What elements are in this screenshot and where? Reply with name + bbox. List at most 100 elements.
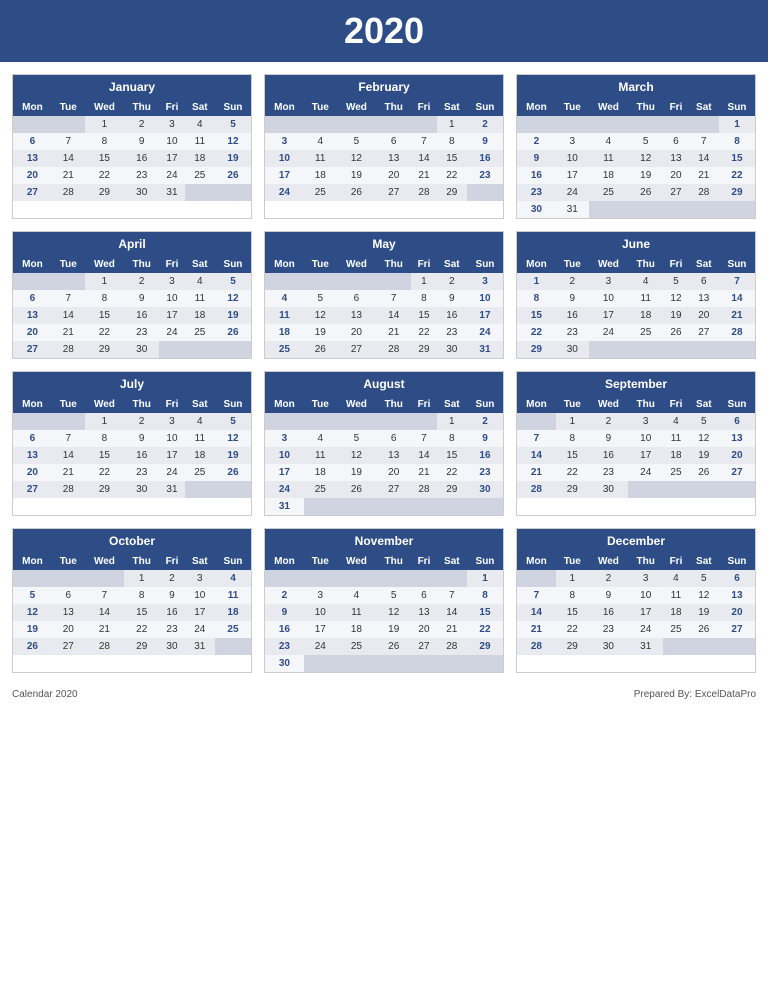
cal-cell: 4	[215, 570, 251, 587]
cal-table: MonTueWedThuFriSatSun1234567891011121314…	[265, 99, 503, 201]
cal-cell: 30	[589, 481, 629, 498]
cal-cell: 20	[376, 464, 411, 481]
day-header-sat: Sat	[185, 99, 215, 116]
cal-cell: 6	[411, 587, 436, 604]
cal-cell	[337, 273, 377, 290]
cal-table: MonTueWedThuFriSatSun1234567891011121314…	[517, 256, 755, 358]
day-header-wed: Wed	[85, 553, 125, 570]
cal-cell: 21	[52, 167, 85, 184]
cal-cell: 1	[85, 413, 125, 430]
cal-cell: 2	[265, 587, 304, 604]
cal-cell: 9	[589, 587, 629, 604]
cal-cell: 22	[517, 324, 556, 341]
cal-cell: 28	[719, 324, 755, 341]
cal-cell: 31	[467, 341, 503, 358]
month-calendar-july: JulyMonTueWedThuFriSatSun123456789101112…	[12, 371, 252, 516]
cal-cell: 16	[124, 150, 159, 167]
cal-cell: 16	[124, 307, 159, 324]
cal-cell: 14	[719, 290, 755, 307]
cal-cell: 21	[52, 324, 85, 341]
cal-cell	[265, 273, 304, 290]
cal-cell: 1	[556, 570, 589, 587]
cal-cell: 23	[467, 464, 503, 481]
month-calendar-february: FebruaryMonTueWedThuFriSatSun12345678910…	[264, 74, 504, 219]
cal-table: MonTueWedThuFriSatSun1234567891011121314…	[517, 99, 755, 218]
cal-cell: 15	[437, 447, 467, 464]
cal-cell: 12	[215, 133, 251, 150]
cal-cell: 30	[556, 341, 589, 358]
cal-cell: 3	[628, 570, 663, 587]
cal-cell: 10	[159, 430, 184, 447]
day-header-sun: Sun	[467, 553, 503, 570]
cal-cell: 11	[589, 150, 629, 167]
cal-cell: 4	[628, 273, 663, 290]
footer-right: Prepared By: ExcelDataPro	[634, 689, 756, 700]
cal-cell: 22	[85, 324, 125, 341]
cal-cell: 17	[265, 167, 304, 184]
cal-cell: 11	[663, 587, 688, 604]
cal-cell: 2	[124, 273, 159, 290]
cal-cell: 16	[589, 447, 629, 464]
day-header-mon: Mon	[13, 396, 52, 413]
day-header-sun: Sun	[719, 396, 755, 413]
day-header-thu: Thu	[124, 553, 159, 570]
day-header-sun: Sun	[215, 99, 251, 116]
cal-cell: 5	[215, 116, 251, 133]
cal-cell: 25	[337, 638, 377, 655]
cal-cell	[215, 481, 251, 498]
cal-cell: 26	[304, 341, 337, 358]
cal-cell	[467, 655, 503, 672]
cal-cell: 8	[556, 430, 589, 447]
cal-cell: 22	[124, 621, 159, 638]
day-header-sat: Sat	[689, 256, 719, 273]
cal-cell: 1	[85, 273, 125, 290]
cal-cell	[265, 116, 304, 133]
cal-cell: 3	[159, 413, 184, 430]
cal-cell: 15	[85, 307, 125, 324]
day-header-mon: Mon	[265, 396, 304, 413]
cal-cell: 23	[124, 324, 159, 341]
cal-cell: 9	[556, 290, 589, 307]
cal-cell: 5	[628, 133, 663, 150]
cal-cell: 21	[411, 464, 436, 481]
cal-cell: 21	[376, 324, 411, 341]
cal-cell: 4	[185, 413, 215, 430]
day-header-tue: Tue	[52, 553, 85, 570]
cal-cell: 2	[437, 273, 467, 290]
cal-cell: 26	[628, 184, 663, 201]
cal-cell: 13	[376, 150, 411, 167]
cal-table: MonTueWedThuFriSatSun1234567891011121314…	[517, 396, 755, 498]
day-header-fri: Fri	[159, 256, 184, 273]
day-header-mon: Mon	[265, 256, 304, 273]
cal-cell: 16	[467, 150, 503, 167]
cal-cell	[265, 570, 304, 587]
cal-cell: 20	[52, 621, 85, 638]
cal-cell: 20	[13, 167, 52, 184]
cal-cell: 15	[85, 150, 125, 167]
cal-cell: 22	[85, 167, 125, 184]
cal-cell: 2	[467, 116, 503, 133]
day-header-wed: Wed	[589, 553, 629, 570]
cal-cell: 15	[124, 604, 159, 621]
day-header-fri: Fri	[411, 99, 436, 116]
cal-cell: 2	[159, 570, 184, 587]
cal-cell: 19	[304, 324, 337, 341]
cal-cell: 6	[376, 133, 411, 150]
cal-cell: 22	[437, 464, 467, 481]
cal-cell: 29	[556, 481, 589, 498]
cal-cell: 21	[517, 621, 556, 638]
month-title: August	[265, 372, 503, 396]
cal-cell: 14	[376, 307, 411, 324]
cal-cell: 25	[663, 621, 688, 638]
cal-cell: 13	[13, 150, 52, 167]
cal-cell: 18	[185, 447, 215, 464]
cal-cell: 12	[337, 447, 377, 464]
day-header-tue: Tue	[304, 396, 337, 413]
cal-cell: 12	[628, 150, 663, 167]
cal-cell: 24	[185, 621, 215, 638]
day-header-mon: Mon	[265, 553, 304, 570]
cal-cell: 25	[589, 184, 629, 201]
cal-cell	[185, 481, 215, 498]
cal-cell: 16	[265, 621, 304, 638]
cal-cell: 19	[215, 447, 251, 464]
